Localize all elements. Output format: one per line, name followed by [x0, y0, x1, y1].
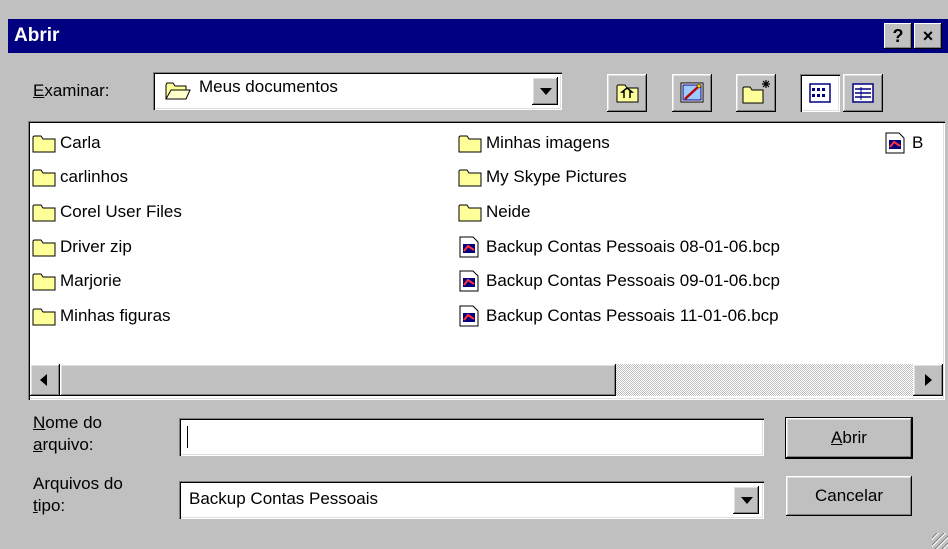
bcp-file-icon	[459, 236, 479, 258]
scroll-left-button[interactable]	[30, 364, 60, 396]
filename-label: Nome do arquivo:	[33, 413, 102, 454]
resize-grip[interactable]	[932, 533, 948, 549]
filetype-dropdown-button[interactable]	[733, 486, 759, 514]
window-title: Abrir	[14, 25, 60, 46]
scrollbar-thumb[interactable]	[60, 364, 616, 396]
new-folder-button[interactable]	[736, 74, 776, 112]
folder-up-icon	[616, 84, 639, 103]
details-view-icon	[852, 83, 874, 103]
scrollbar-track[interactable]	[616, 364, 913, 396]
folder-icon	[32, 204, 56, 222]
folder-icon	[32, 273, 56, 291]
open-button[interactable]: Abrir	[786, 418, 912, 458]
bcp-file-icon	[459, 305, 479, 327]
chevron-down-icon	[540, 88, 552, 95]
folder-icon	[458, 169, 482, 187]
cancel-button[interactable]: Cancelar	[786, 476, 912, 516]
arrow-right-icon	[925, 374, 932, 386]
folder-icon	[32, 135, 56, 153]
new-folder-icon	[742, 80, 770, 104]
bcp-file-icon	[459, 270, 479, 292]
text-caret	[187, 426, 188, 448]
look-in-value: Meus documentos	[199, 77, 338, 96]
chevron-down-icon	[741, 497, 753, 504]
folder-icon	[458, 135, 482, 153]
close-button[interactable]: ×	[914, 23, 942, 49]
look-in-label: Examinar:	[33, 81, 110, 100]
arrow-left-icon	[40, 374, 47, 386]
folder-icon	[32, 239, 56, 257]
scroll-right-button[interactable]	[913, 364, 943, 396]
open-folder-icon	[165, 82, 191, 100]
file-list[interactable]: Carla carlinhos Corel User Files Driver …	[28, 121, 945, 400]
look-in-combo[interactable]: Meus documentos	[153, 72, 562, 110]
desktop-shortcut-icon	[680, 82, 704, 103]
folder-icon	[32, 308, 56, 326]
horizontal-scrollbar[interactable]	[30, 364, 943, 396]
filetype-label: Arquivos do tipo:	[33, 474, 123, 515]
open-dialog: Abrir ? × Examinar: Meus documentos Carl…	[0, 0, 948, 549]
look-in-dropdown-button[interactable]	[532, 77, 558, 105]
list-view-button[interactable]	[800, 74, 840, 112]
filename-input[interactable]	[179, 418, 764, 456]
list-item-partial[interactable]: B	[884, 130, 941, 156]
details-view-button[interactable]	[843, 74, 883, 112]
list-view-icon	[809, 83, 831, 103]
filetype-select[interactable]: Backup Contas Pessoais	[179, 481, 764, 519]
bcp-file-icon	[885, 132, 905, 154]
folder-icon	[32, 169, 56, 187]
up-one-level-button[interactable]	[607, 74, 647, 112]
desktop-button[interactable]	[672, 74, 712, 112]
filetype-value: Backup Contas Pessoais	[189, 489, 378, 508]
help-button[interactable]: ?	[884, 23, 912, 49]
title-bar[interactable]: Abrir ? ×	[8, 19, 948, 53]
folder-icon	[458, 204, 482, 222]
